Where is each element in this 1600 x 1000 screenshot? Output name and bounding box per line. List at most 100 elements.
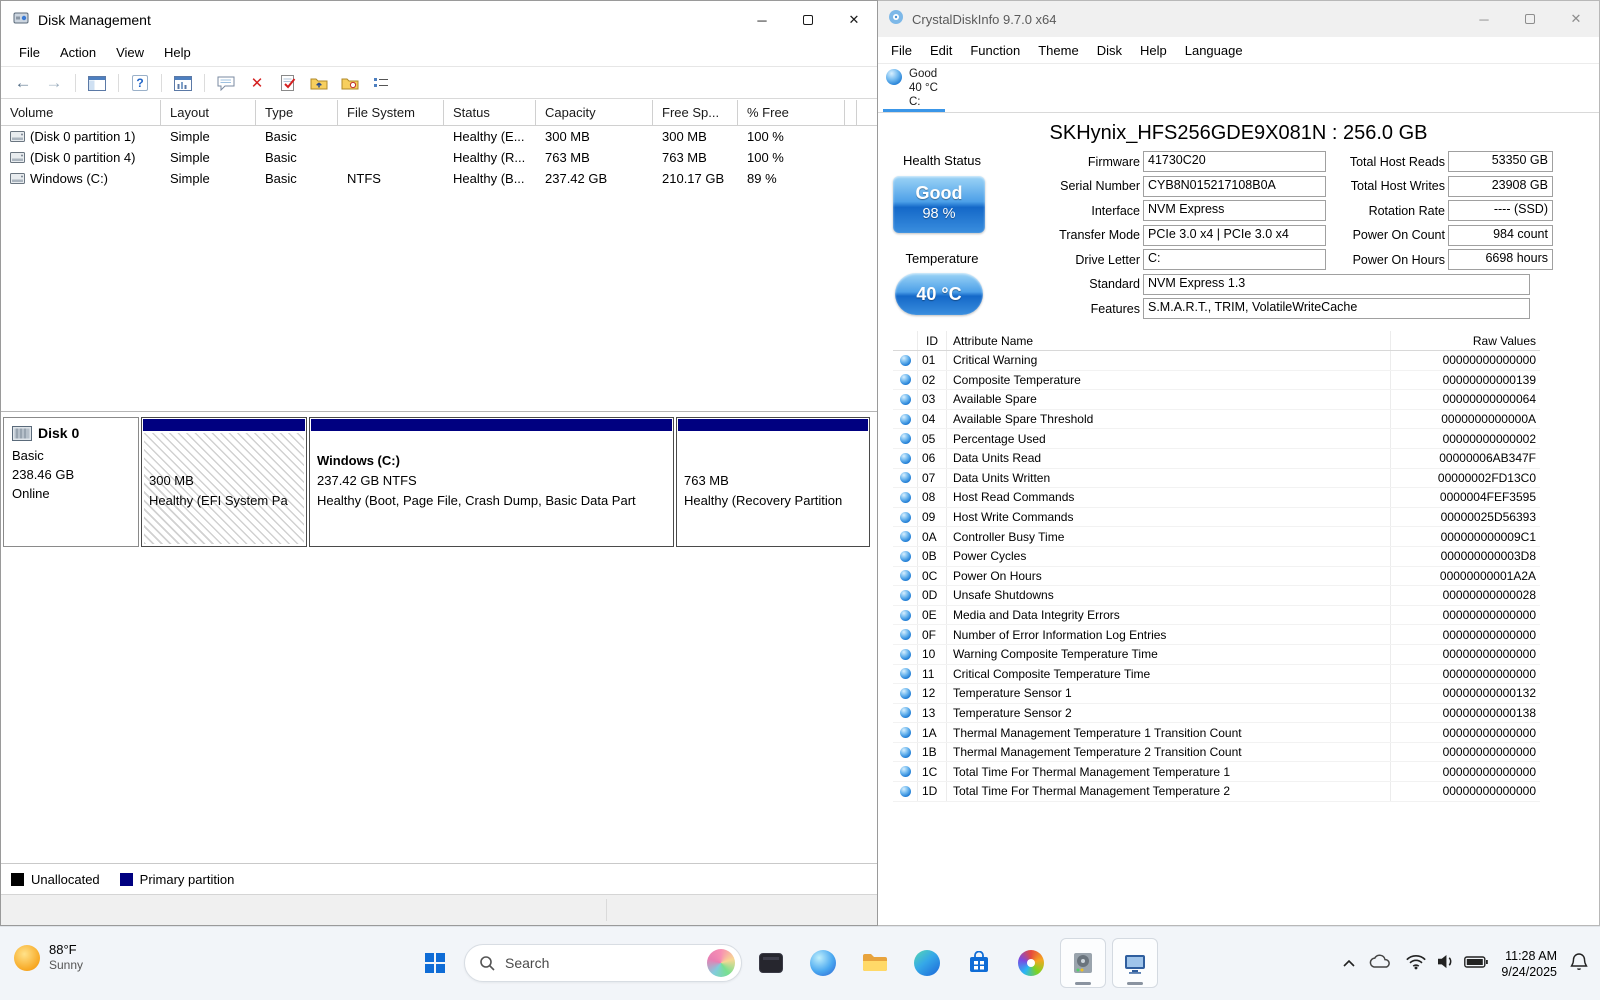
taskbar: 88°F Sunny Search (0, 926, 1600, 1000)
maximize-button[interactable] (1507, 1, 1553, 37)
close-button[interactable]: ✕ (1553, 1, 1599, 37)
disk0-info-box[interactable]: Disk 0 Basic 238.46 GB Online (3, 417, 139, 547)
menu-item[interactable]: Language (1176, 40, 1252, 61)
menu-item[interactable]: File (9, 41, 50, 64)
smart-row[interactable]: 11 Critical Composite Temperature Time 0… (893, 665, 1540, 685)
quick-settings[interactable] (1405, 953, 1488, 975)
smart-row[interactable]: 07 Data Units Written 00000002FD13C0 (893, 469, 1540, 489)
smart-row[interactable]: 08 Host Read Commands 0000004FEF3595 (893, 488, 1540, 508)
forward-icon[interactable]: → (44, 73, 64, 93)
search-box[interactable]: Search (464, 944, 742, 982)
taskbar-app-disk-management[interactable] (1112, 938, 1158, 988)
smart-row[interactable]: 0F Number of Error Information Log Entri… (893, 625, 1540, 645)
smart-row[interactable]: 06 Data Units Read 00000006AB347F (893, 449, 1540, 469)
minimize-button[interactable]: ─ (739, 1, 785, 39)
volume-pct-free: 100 % (738, 147, 845, 168)
folder-up-icon[interactable] (309, 73, 329, 93)
health-status-button[interactable]: Good 98 % (893, 176, 985, 233)
console-tree-icon[interactable] (87, 73, 107, 93)
menu-item[interactable]: Function (961, 40, 1029, 61)
cdi-titlebar[interactable]: CrystalDiskInfo 9.7.0 x64 ─ ✕ (878, 1, 1599, 37)
smart-row[interactable]: 03 Available Spare 00000000000064 (893, 390, 1540, 410)
folder-view-icon[interactable] (340, 73, 360, 93)
dm-titlebar[interactable]: Disk Management ─ ✕ (1, 1, 877, 39)
menu-item[interactable]: Help (154, 41, 201, 64)
smart-row[interactable]: 0A Controller Busy Time 000000000009C1 (893, 527, 1540, 547)
taskbar-clock[interactable]: 11:28 AM 9/24/2025 (1501, 948, 1557, 980)
search-highlight-image[interactable] (707, 949, 735, 977)
menu-item[interactable]: Help (1131, 40, 1176, 61)
info-label: Firmware (998, 155, 1140, 169)
taskbar-app-copilot[interactable] (800, 938, 846, 988)
smart-row[interactable]: 04 Available Spare Threshold 00000000000… (893, 410, 1540, 430)
column-header-type[interactable]: Type (256, 100, 338, 125)
column-header-capacity[interactable]: Capacity (536, 100, 653, 125)
column-header-volume[interactable]: Volume (1, 100, 161, 125)
volume-row[interactable]: (Disk 0 partition 1) Simple Basic Health… (1, 126, 877, 147)
column-header-status[interactable]: Status (444, 100, 536, 125)
smart-row[interactable]: 10 Warning Composite Temperature Time 00… (893, 645, 1540, 665)
onedrive-cloud-icon[interactable] (1368, 954, 1392, 975)
delete-volume-icon[interactable]: ✕ (247, 73, 267, 93)
smart-row[interactable]: 0D Unsafe Shutdowns 00000000000028 (893, 586, 1540, 606)
smart-row[interactable]: 1D Total Time For Thermal Management Tem… (893, 782, 1540, 802)
column-header-free-space[interactable]: Free Sp... (653, 100, 738, 125)
smart-row[interactable]: 1B Thermal Management Temperature 2 Tran… (893, 743, 1540, 763)
smart-row[interactable]: 05 Percentage Used 00000000000002 (893, 429, 1540, 449)
smart-row[interactable]: 1C Total Time For Thermal Management Tem… (893, 762, 1540, 782)
notification-bell-icon[interactable] (1570, 952, 1588, 977)
attribute-health-dot-icon (900, 414, 911, 425)
minimize-button[interactable]: ─ (1461, 1, 1507, 37)
volume-rows: (Disk 0 partition 1) Simple Basic Health… (1, 126, 877, 189)
start-button[interactable] (412, 938, 458, 988)
taskbar-app-store[interactable] (956, 938, 1002, 988)
smart-row[interactable]: 0B Power Cycles 000000000003D8 (893, 547, 1540, 567)
partition-windows-c[interactable]: Windows (C:) 237.42 GB NTFS Healthy (Boo… (309, 417, 674, 547)
smart-row[interactable]: 01 Critical Warning 00000000000000 (893, 351, 1540, 371)
partition-size: 237.42 GB NTFS (317, 471, 669, 491)
toolbar-separator (161, 74, 162, 92)
column-header-layout[interactable]: Layout (161, 100, 256, 125)
smart-row[interactable]: 0E Media and Data Integrity Errors 00000… (893, 606, 1540, 626)
partition-recovery[interactable]: 763 MB Healthy (Recovery Partition (676, 417, 870, 547)
volume-row[interactable]: Windows (C:) Simple Basic NTFS Healthy (… (1, 168, 877, 189)
attribute-id: 07 (917, 469, 947, 488)
weather-widget[interactable]: 88°F Sunny (14, 942, 83, 973)
attribute-raw-value: 00000000000000 (1390, 606, 1540, 625)
speech-bubble-icon[interactable] (216, 73, 236, 93)
tray-chevron-up-icon[interactable] (1343, 955, 1355, 973)
disk0-type: Basic (12, 446, 130, 465)
taskbar-app-crystaldiskinfo[interactable] (1060, 938, 1106, 988)
column-header-filesystem[interactable]: File System (338, 100, 444, 125)
temperature-button[interactable]: 40 °C (895, 273, 983, 315)
menu-item[interactable]: Disk (1088, 40, 1131, 61)
taskbar-app-photos[interactable] (1008, 938, 1054, 988)
drive-tab-c[interactable]: Good 40 °C C: (886, 67, 938, 109)
volume-row[interactable]: (Disk 0 partition 4) Simple Basic Health… (1, 147, 877, 168)
close-button[interactable]: ✕ (831, 1, 877, 39)
column-header-pct-free[interactable]: % Free (738, 100, 845, 125)
menu-item[interactable]: Edit (921, 40, 961, 61)
chart-window-icon[interactable] (173, 73, 193, 93)
maximize-button[interactable] (785, 1, 831, 39)
check-document-icon[interactable] (278, 73, 298, 93)
taskbar-app-dark[interactable] (748, 938, 794, 988)
smart-row[interactable]: 13 Temperature Sensor 2 00000000000138 (893, 704, 1540, 724)
menu-item[interactable]: File (882, 40, 921, 61)
properties-list-icon[interactable] (371, 73, 391, 93)
taskbar-app-file-explorer[interactable] (852, 938, 898, 988)
partition-efi[interactable]: 300 MB Healthy (EFI System Pa (141, 417, 307, 547)
smart-row[interactable]: 02 Composite Temperature 00000000000139 (893, 371, 1540, 391)
menu-item[interactable]: Action (50, 41, 106, 64)
menu-item[interactable]: Theme (1029, 40, 1087, 61)
smart-row[interactable]: 1A Thermal Management Temperature 1 Tran… (893, 723, 1540, 743)
taskbar-app-edge[interactable] (904, 938, 950, 988)
help-icon[interactable]: ? (130, 73, 150, 93)
smart-row[interactable]: 09 Host Write Commands 00000025D56393 (893, 508, 1540, 528)
attribute-health-dot-icon (900, 688, 911, 699)
smart-row[interactable]: 0C Power On Hours 00000000001A2A (893, 567, 1540, 587)
smart-row[interactable]: 12 Temperature Sensor 1 00000000000132 (893, 684, 1540, 704)
back-icon[interactable]: ← (13, 73, 33, 93)
menu-item[interactable]: View (106, 41, 154, 64)
volume-free-space: 300 MB (653, 126, 738, 147)
